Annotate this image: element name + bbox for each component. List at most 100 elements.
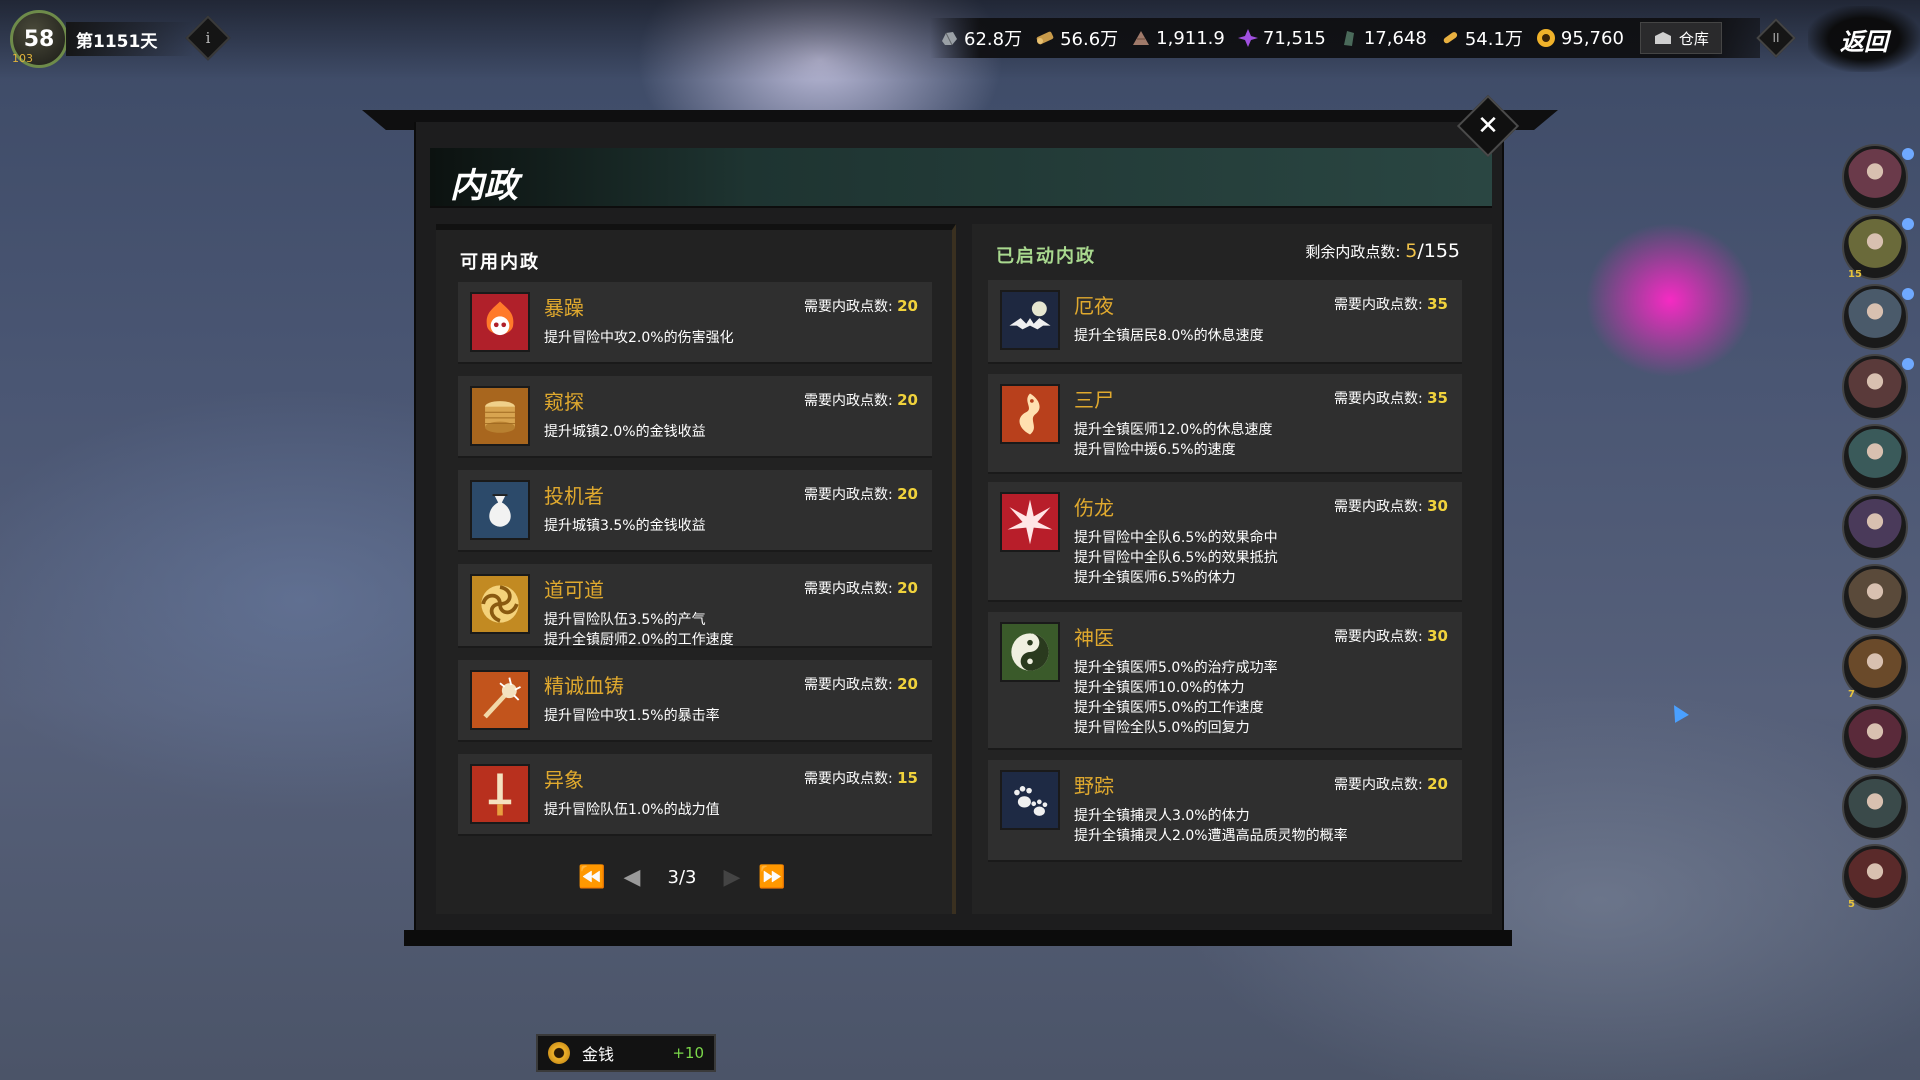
policy-description: 提升城镇2.0%的金钱收益 — [544, 422, 706, 442]
policy-cost-label: 需要内政点数: — [1333, 777, 1423, 793]
policy-cost: 需要内政点数: 35 — [1334, 294, 1448, 314]
hero-portrait[interactable]: 7 — [1844, 636, 1914, 700]
policy-card[interactable]: 异象 需要内政点数: 15 提升冒险队伍1.0%的战力值 — [458, 754, 932, 836]
hero-portrait[interactable]: 15 — [1844, 216, 1914, 280]
resource-bar: 62.8万 56.6万 1,911.9 71,515 17,648 54.1万 … — [930, 18, 1760, 58]
hero-portrait[interactable]: 5 — [1844, 846, 1914, 910]
policy-cost-value: 35 — [1427, 389, 1448, 407]
mouse-cursor-icon — [1667, 701, 1689, 723]
policy-cost: 需要内政点数: 20 — [804, 578, 918, 598]
portrait-level-badge: 15 — [1848, 269, 1862, 280]
avatar — [1844, 496, 1906, 558]
policy-description: 提升全镇医师12.0%的休息速度 提升冒险中援6.5%的速度 — [1074, 420, 1272, 460]
hero-portrait[interactable] — [1844, 496, 1914, 558]
hero-portrait[interactable] — [1844, 566, 1914, 628]
serpent-flame-icon — [1000, 384, 1060, 444]
hero-portrait-list: 15 7 5 — [1844, 146, 1914, 916]
policy-card[interactable]: 窥探 需要内政点数: 20 提升城镇2.0%的金钱收益 — [458, 376, 932, 458]
policy-cost: 需要内政点数: 20 — [804, 484, 918, 504]
policy-description: 提升冒险中攻1.5%的暴击率 — [544, 706, 720, 726]
policy-cost-value: 20 — [897, 579, 918, 597]
resource-wood[interactable]: 56.6万 — [1034, 25, 1118, 51]
return-button[interactable]: 返回 — [1808, 6, 1920, 72]
day-label: 第1151天 — [76, 31, 158, 52]
policy-effect-line: 提升城镇3.5%的金钱收益 — [544, 518, 706, 534]
resource-gold[interactable]: 95,760 — [1535, 27, 1624, 49]
policy-cost-value: 20 — [897, 391, 918, 409]
policy-card[interactable]: 伤龙 需要内政点数: 30 提升冒险中全队6.5%的效果命中 提升冒险中全队6.5%的… — [988, 482, 1462, 602]
hero-portrait[interactable] — [1844, 286, 1914, 348]
policy-cost-label: 需要内政点数: — [1333, 629, 1423, 645]
title-band: 内政 — [430, 148, 1492, 208]
policy-name: 暴躁 — [544, 296, 584, 320]
money-amount: +10 — [672, 1044, 704, 1062]
policy-effect-line: 提升冒险全队5.0%的回复力 — [1074, 720, 1250, 736]
policy-card[interactable]: 暴躁 需要内政点数: 20 提升冒险中攻2.0%的伤害强化 — [458, 282, 932, 364]
policy-card[interactable]: 神医 需要内政点数: 30 提升全镇医师5.0%的治疗成功率 提升全镇医师10.0%的… — [988, 612, 1462, 750]
storage-icon — [1654, 32, 1671, 44]
policy-cost: 需要内政点数: 20 — [804, 674, 918, 694]
resource-ore[interactable]: 1,911.9 — [1130, 27, 1225, 49]
policy-card[interactable]: 厄夜 需要内政点数: 35 提升全镇居民8.0%的休息速度 — [988, 280, 1462, 364]
hero-portrait[interactable] — [1844, 426, 1914, 488]
resource-jade[interactable]: 17,648 — [1338, 27, 1427, 49]
policy-card[interactable]: 野踪 需要内政点数: 20 提升全镇捕灵人3.0%的体力 提升全镇捕灵人2.0%遭遇高… — [988, 760, 1462, 862]
ore-icon — [1133, 31, 1150, 45]
money-bag-icon — [470, 480, 530, 540]
policy-effect-line: 提升全镇医师6.5%的体力 — [1074, 570, 1236, 586]
next-page-icon: ▶ — [723, 864, 741, 890]
policy-name: 精诚血铸 — [544, 674, 624, 698]
policy-effect-line: 提升冒险队伍1.0%的战力值 — [544, 802, 720, 818]
avatar — [1844, 566, 1906, 628]
policy-name: 野踪 — [1074, 774, 1114, 798]
gold-coin-icon — [1536, 29, 1555, 47]
policy-cost: 需要内政点数: 20 — [804, 296, 918, 316]
resource-gold-value: 95,760 — [1560, 27, 1624, 49]
avatar — [1844, 286, 1906, 348]
policy-effect-line: 提升冒险中援6.5%的速度 — [1074, 442, 1236, 458]
pager: ⏪ ◀ 3/3 ▶ ⏩ — [572, 862, 832, 892]
prev-page-icon[interactable]: ◀ — [612, 864, 652, 890]
level-number: 58 — [23, 26, 55, 52]
page-indicator: 3/3 — [667, 866, 697, 888]
dialog-base — [404, 930, 1512, 946]
policy-cost: 需要内政点数: 30 — [1334, 496, 1448, 516]
policy-card[interactable]: 道可道 需要内政点数: 20 提升冒险队伍3.5%的产气 提升全镇厨师2.0%的工作速… — [458, 564, 932, 648]
policy-description: 提升冒险队伍1.0%的战力值 — [544, 800, 720, 820]
policy-description: 提升全镇医师5.0%的治疗成功率 提升全镇医师10.0%的体力 提升全镇医师5.0%… — [1074, 658, 1278, 738]
resource-stone[interactable]: 62.8万 — [938, 25, 1022, 51]
avatar — [1844, 356, 1906, 418]
policy-name: 厄夜 — [1074, 294, 1114, 318]
soul-crystal-icon — [1237, 29, 1258, 47]
policy-card[interactable]: 投机者 需要内政点数: 20 提升城镇3.5%的金钱收益 — [458, 470, 932, 552]
policy-cost-value: 20 — [897, 675, 918, 693]
policy-card[interactable]: 三尸 需要内政点数: 35 提升全镇医师12.0%的休息速度 提升冒险中援6.5%的速… — [988, 374, 1462, 474]
hero-portrait[interactable] — [1844, 146, 1914, 208]
storage-label: 仓库 — [1678, 29, 1709, 48]
first-page-icon[interactable]: ⏪ — [572, 864, 612, 890]
policy-cost: 需要内政点数: 35 — [1334, 388, 1448, 408]
policy-effect-line: 提升冒险中攻1.5%的暴击率 — [544, 708, 720, 724]
hero-portrait[interactable] — [1844, 776, 1914, 838]
policy-card[interactable]: 精诚血铸 需要内政点数: 20 提升冒险中攻1.5%的暴击率 — [458, 660, 932, 742]
stone-icon — [942, 32, 957, 46]
status-marker-icon — [1902, 148, 1914, 160]
resource-stone-value: 62.8万 — [964, 29, 1023, 50]
resource-scroll[interactable]: 54.1万 — [1439, 25, 1523, 51]
pause-icon: II — [1772, 31, 1780, 45]
portrait-level-badge: 5 — [1848, 899, 1855, 910]
policy-cost: 需要内政点数: 20 — [1334, 774, 1448, 794]
policy-effect-line: 提升全镇医师12.0%的休息速度 — [1074, 422, 1273, 438]
policy-description: 提升城镇3.5%的金钱收益 — [544, 516, 706, 536]
policy-description: 提升冒险中攻2.0%的伤害强化 — [544, 328, 734, 348]
last-page-icon: ⏩ — [758, 864, 786, 890]
resource-jade-value: 17,648 — [1363, 27, 1427, 49]
storage-button[interactable]: 仓库 — [1639, 22, 1722, 54]
avatar — [1844, 426, 1906, 488]
resource-soul-crystal[interactable]: 71,515 — [1237, 27, 1326, 49]
dialog-title: 内政 — [450, 166, 518, 206]
yin-yang-icon — [1000, 622, 1060, 682]
hero-portrait[interactable] — [1844, 706, 1914, 768]
policy-name: 道可道 — [544, 578, 604, 602]
hero-portrait[interactable] — [1844, 356, 1914, 418]
